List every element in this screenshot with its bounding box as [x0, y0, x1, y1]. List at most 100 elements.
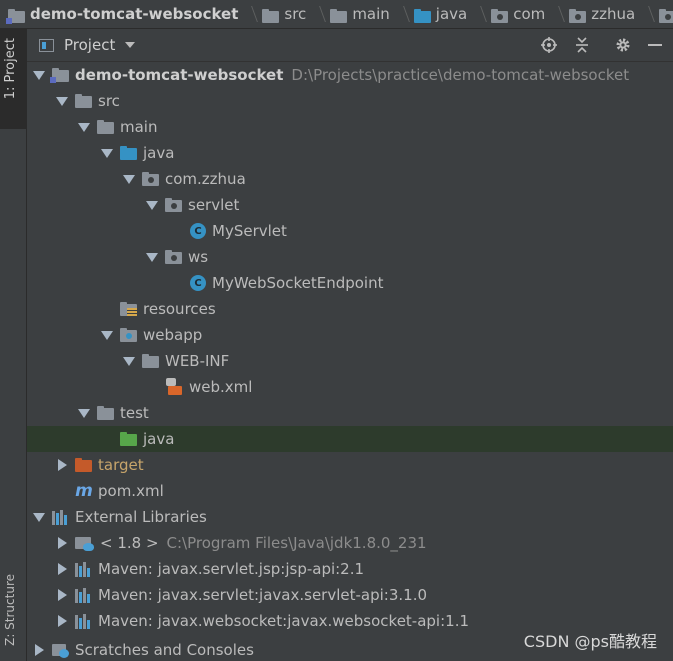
tree-item-label: servlet: [188, 196, 240, 214]
breadcrumb-label: com: [513, 5, 546, 23]
breadcrumb-item-com[interactable]: com: [483, 0, 561, 28]
project-panel-header: Project: [27, 29, 673, 62]
tree-row-test[interactable]: test: [27, 400, 673, 426]
view-dropdown-chevron-icon[interactable]: [125, 42, 136, 48]
project-view-icon: [39, 38, 54, 52]
module-folder-icon: [50, 67, 70, 83]
collapsed-arrow-icon[interactable]: [55, 588, 69, 602]
tree-item-label: Maven: javax.servlet:javax.servlet-api:3…: [98, 586, 428, 604]
tree-row-src[interactable]: src: [27, 88, 673, 114]
library-icon: [75, 587, 93, 603]
tree-item-label: java: [143, 144, 175, 162]
tree-row-library-servlet-api[interactable]: Maven: javax.servlet:javax.servlet-api:3…: [27, 582, 673, 608]
library-icon: [75, 561, 93, 577]
breadcrumb-label: src: [284, 5, 307, 23]
collapsed-arrow-icon[interactable]: [55, 536, 69, 550]
breadcrumb-item-project[interactable]: demo-tomcat-websocket: [0, 0, 254, 28]
collapse-icon[interactable]: [574, 37, 590, 53]
class-icon: C: [190, 223, 206, 239]
collapsed-arrow-icon[interactable]: [55, 614, 69, 628]
expand-arrow-icon[interactable]: [55, 94, 69, 108]
breadcrumb-label: zzhua: [591, 5, 636, 23]
project-tool-tab[interactable]: 1: Project: [0, 29, 26, 129]
tree-item-label: External Libraries: [75, 508, 207, 526]
breadcrumb-separator: [312, 3, 322, 25]
expand-arrow-icon[interactable]: [122, 172, 136, 186]
tree-row-web-xml[interactable]: web.xml: [27, 374, 673, 400]
expand-arrow-icon[interactable]: [145, 250, 159, 264]
expand-arrow-icon[interactable]: [32, 510, 46, 524]
tree-row-target[interactable]: target: [27, 452, 673, 478]
folder-icon: [330, 8, 348, 23]
xml-file-icon: [165, 378, 183, 396]
folder-icon: [75, 93, 93, 109]
collapsed-arrow-icon[interactable]: [32, 643, 46, 657]
breadcrumb-label: demo-tomcat-websocket: [30, 5, 239, 23]
tree-row-webapp[interactable]: webapp: [27, 322, 673, 348]
class-icon: C: [190, 275, 206, 291]
package-icon: [659, 8, 673, 23]
project-tree: demo-tomcat-websocket D:\Projects\practi…: [27, 62, 673, 661]
expand-arrow-icon[interactable]: [145, 198, 159, 212]
tree-item-label: main: [120, 118, 158, 136]
tree-item-label: pom.xml: [98, 482, 164, 500]
gear-icon[interactable]: [615, 37, 631, 53]
tree-item-label: web.xml: [189, 378, 253, 396]
excluded-folder-icon: [75, 457, 93, 473]
tree-row-web-inf[interactable]: WEB-INF: [27, 348, 673, 374]
tree-item-label: src: [98, 92, 120, 110]
package-icon: [165, 197, 183, 213]
tree-row-java-source[interactable]: java: [27, 140, 673, 166]
breadcrumb-item-main[interactable]: main: [322, 0, 405, 28]
expand-arrow-icon[interactable]: [122, 354, 136, 368]
tree-row-main[interactable]: main: [27, 114, 673, 140]
expand-arrow-icon[interactable]: [77, 120, 91, 134]
test-root-icon: [120, 431, 138, 447]
breadcrumb-item-ws[interactable]: ws: [651, 0, 673, 28]
locate-icon[interactable]: [541, 37, 557, 53]
tree-row-resources[interactable]: resources: [27, 296, 673, 322]
tree-row-package-ws[interactable]: ws: [27, 244, 673, 270]
breadcrumb-label: main: [352, 5, 390, 23]
breadcrumb-separator: [244, 3, 254, 25]
tree-row-class-mywebsocketendpoint[interactable]: C MyWebSocketEndpoint: [27, 270, 673, 296]
breadcrumb-item-zzhua[interactable]: zzhua: [561, 0, 651, 28]
tree-item-label: Maven: javax.websocket:javax.websocket-a…: [98, 612, 470, 630]
tree-row-package-servlet[interactable]: servlet: [27, 192, 673, 218]
package-icon: [165, 249, 183, 265]
tree-row-class-myservlet[interactable]: C MyServlet: [27, 218, 673, 244]
collapsed-arrow-icon[interactable]: [55, 562, 69, 576]
left-tool-strip: 1: Project Z: Structure: [0, 29, 27, 661]
source-root-icon: [120, 145, 138, 161]
watermark-text: CSDN @ps酷教程: [523, 632, 657, 651]
minimize-icon[interactable]: [647, 37, 663, 53]
collapsed-arrow-icon[interactable]: [55, 458, 69, 472]
tree-row-project-root[interactable]: demo-tomcat-websocket D:\Projects\practi…: [27, 62, 673, 88]
breadcrumb-item-java[interactable]: java: [406, 0, 483, 28]
tree-item-label: java: [143, 430, 175, 448]
folder-icon: [262, 8, 280, 23]
expand-arrow-icon[interactable]: [32, 68, 46, 82]
package-icon: [142, 171, 160, 187]
tree-row-java-test[interactable]: java: [27, 426, 673, 452]
tree-row-external-libraries[interactable]: External Libraries: [27, 504, 673, 530]
expand-arrow-icon[interactable]: [77, 406, 91, 420]
breadcrumb-item-src[interactable]: src: [254, 0, 322, 28]
tree-item-label: test: [120, 404, 149, 422]
maven-icon: m: [75, 481, 93, 501]
jdk-icon: [75, 535, 95, 551]
tree-row-pom-xml[interactable]: m pom.xml: [27, 478, 673, 504]
project-path: D:\Projects\practice\demo-tomcat-websock…: [291, 66, 630, 84]
jdk-path: C:\Program Files\Java\jdk1.8.0_231: [166, 534, 427, 552]
breadcrumb-separator: [641, 3, 651, 25]
tree-item-label: MyWebSocketEndpoint: [212, 274, 384, 292]
expand-arrow-icon[interactable]: [100, 146, 114, 160]
breadcrumb-separator: [473, 3, 483, 25]
tree-row-package-com-zzhua[interactable]: com.zzhua: [27, 166, 673, 192]
tree-item-label: ws: [188, 248, 209, 266]
tree-row-library-jsp-api[interactable]: Maven: javax.servlet.jsp:jsp-api:2.1: [27, 556, 673, 582]
tree-row-jdk[interactable]: < 1.8 > C:\Program Files\Java\jdk1.8.0_2…: [27, 530, 673, 556]
expand-arrow-icon[interactable]: [100, 328, 114, 342]
navigation-breadcrumb: demo-tomcat-websocket src main java com …: [0, 0, 673, 29]
folder-icon: [97, 405, 115, 421]
